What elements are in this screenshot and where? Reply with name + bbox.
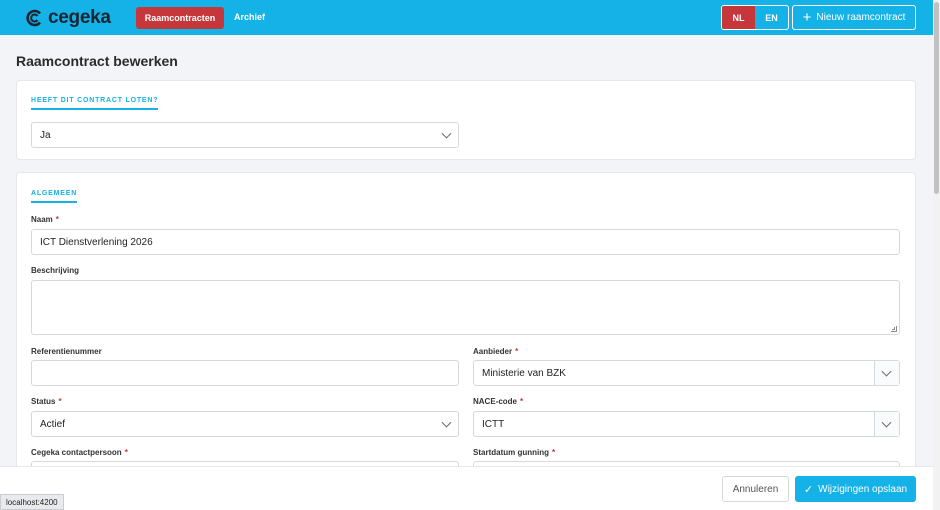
- browser-status-url: localhost:4200: [0, 494, 64, 510]
- nace-label: NACE-code *: [473, 397, 524, 406]
- status-select[interactable]: Actief: [31, 411, 459, 437]
- cegeka-logo-icon: [26, 9, 41, 27]
- page-title: Raamcontract bewerken: [16, 53, 178, 69]
- beschrijving-label: Beschrijving: [31, 266, 80, 275]
- beschrijving-textarea[interactable]: [31, 280, 900, 335]
- chevron-down-icon: [441, 128, 452, 139]
- chevron-down-icon: [881, 366, 892, 377]
- required-marker: *: [552, 448, 556, 457]
- top-navbar: cegeka Raamcontracten Archief NL EN + Ni…: [0, 0, 933, 35]
- aanbieder-value: Ministerie van BZK: [482, 367, 566, 379]
- cancel-button[interactable]: Annuleren: [722, 476, 789, 502]
- required-marker: *: [58, 397, 62, 406]
- lots-select-value: Ja: [40, 129, 51, 141]
- logo-text: cegeka: [48, 7, 111, 28]
- referentienummer-label: Referentienummer: [31, 347, 102, 356]
- scrollbar-thumb[interactable]: [934, 2, 939, 194]
- status-label: Status *: [31, 397, 62, 406]
- save-changes-button[interactable]: ✓ Wijzigingen opslaan: [795, 476, 916, 502]
- naam-input[interactable]: ICT Dienstverlening 2026: [31, 229, 900, 255]
- nav-archief[interactable]: Archief: [234, 12, 265, 22]
- status-value: Actief: [40, 418, 66, 430]
- nav-raamcontracten[interactable]: Raamcontracten: [136, 7, 224, 29]
- nace-dropdown-toggle[interactable]: [874, 412, 899, 436]
- language-en-button[interactable]: EN: [755, 6, 788, 29]
- referentienummer-input[interactable]: [31, 360, 459, 386]
- lots-card: [16, 80, 916, 160]
- aanbieder-dropdown-toggle[interactable]: [874, 361, 899, 385]
- contactpersoon-label: Cegeka contactpersoon *: [31, 448, 128, 457]
- new-raamcontract-button[interactable]: + Nieuw raamcontract: [792, 5, 916, 30]
- cegeka-logo[interactable]: cegeka: [25, 7, 111, 29]
- nace-value: ICTT: [482, 418, 505, 430]
- action-footer: [0, 466, 933, 510]
- language-switcher: NL EN: [721, 5, 789, 30]
- chevron-down-icon: [881, 417, 892, 428]
- lots-select[interactable]: Ja: [31, 122, 459, 148]
- naam-label: Naam *: [31, 215, 59, 224]
- naam-value: ICT Dienstverlening 2026: [40, 236, 153, 248]
- page-scrollbar[interactable]: [933, 0, 940, 510]
- general-section-tab[interactable]: ALGEMEEN: [31, 190, 78, 203]
- nace-select[interactable]: ICTT: [473, 411, 900, 437]
- startdatum-label: Startdatum gunning *: [473, 448, 556, 457]
- resize-handle-icon[interactable]: [891, 326, 897, 332]
- required-marker: *: [124, 448, 128, 457]
- language-nl-button[interactable]: NL: [722, 6, 755, 29]
- lots-section-tab[interactable]: HEEFT DIT CONTRACT LOTEN?: [31, 97, 159, 110]
- aanbieder-label: Aanbieder *: [473, 347, 519, 356]
- required-marker: *: [515, 347, 519, 356]
- chevron-down-icon: [441, 417, 452, 428]
- required-marker: *: [520, 397, 524, 406]
- new-raamcontract-label: Nieuw raamcontract: [816, 12, 906, 23]
- plus-icon: +: [802, 9, 812, 26]
- aanbieder-select[interactable]: Ministerie van BZK: [473, 360, 900, 386]
- save-changes-label: Wijzigingen opslaan: [818, 483, 908, 495]
- required-marker: *: [55, 215, 59, 224]
- check-icon: ✓: [803, 483, 814, 496]
